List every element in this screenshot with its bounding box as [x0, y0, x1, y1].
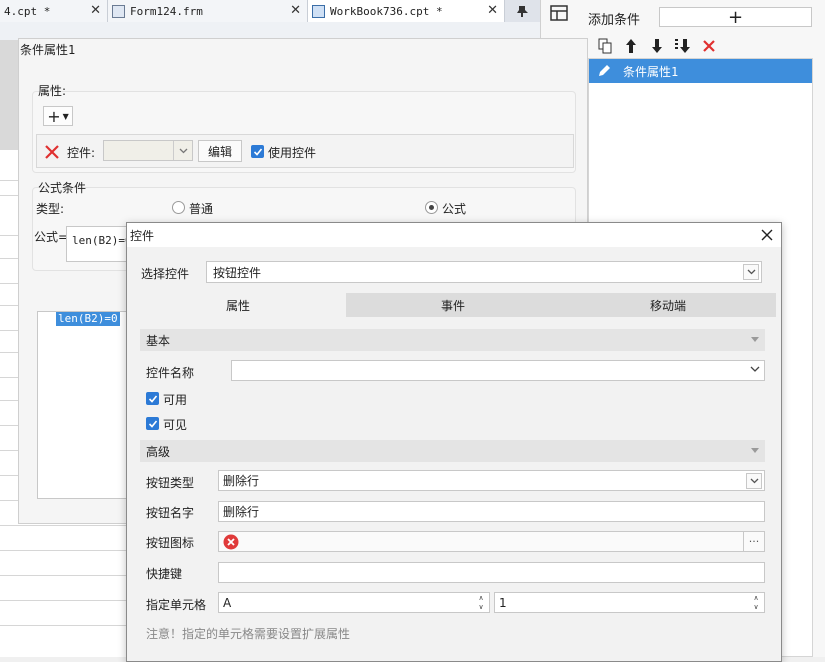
condition-toolbar [588, 33, 813, 58]
check-icon [253, 147, 262, 156]
dialog-title: 控件 [130, 229, 155, 243]
button-name-field[interactable]: 删除行 [218, 501, 765, 522]
row-header-strip [0, 40, 20, 150]
type-normal-label: 普通 [189, 202, 214, 216]
close-icon[interactable]: ✕ [487, 3, 498, 18]
control-label: 控件: [67, 146, 96, 160]
type-normal-radio[interactable] [172, 201, 185, 214]
edit-pencil-icon [599, 65, 610, 76]
shortcut-field[interactable] [218, 562, 765, 583]
add-attribute-dropdown[interactable]: + ▼ [43, 106, 73, 126]
target-cell-label: 指定单元格 [146, 598, 207, 612]
visible-label: 可见 [163, 418, 188, 432]
move-bottom-icon[interactable] [672, 35, 694, 57]
enabled-checkbox[interactable] [146, 392, 159, 405]
control-name-label: 控件名称 [146, 366, 195, 380]
plus-icon: + [47, 106, 61, 126]
tab-mobile[interactable]: 移动端 [560, 293, 776, 317]
type-label: 类型: [36, 202, 65, 216]
advanced-section-label: 高级 [146, 444, 171, 459]
formula-editor-text: len(B2)=0 [56, 312, 120, 326]
red-x-icon [223, 534, 239, 549]
collapse-caret-icon [751, 337, 759, 342]
form-file-icon [112, 4, 125, 18]
target-cell-column-value: A [223, 595, 232, 610]
dialog-title: 条件属性1 [20, 42, 76, 57]
tab-workbook736[interactable]: WorkBook736.cpt * ✕ [308, 0, 505, 22]
type-formula-label: 公式 [442, 202, 467, 216]
target-cell-row-value: 1 [499, 595, 507, 610]
chevron-down-icon: ▼ [62, 111, 69, 121]
button-icon-field[interactable]: ··· [218, 531, 765, 552]
button-name-label: 按钮名字 [146, 506, 195, 520]
basic-section-label: 基本 [146, 333, 171, 348]
panel-toggle-icon[interactable] [550, 4, 568, 22]
advanced-section-header[interactable]: 高级 [140, 440, 765, 462]
condition-list-item[interactable]: 条件属性1 [589, 59, 812, 83]
tab-label: Form124.frm [130, 4, 203, 18]
tab-label: 4.cpt * [4, 4, 51, 18]
check-icon [148, 419, 157, 428]
use-control-label: 使用控件 [268, 146, 317, 160]
note-text: 注意！指定的单元格需要设置扩展属性 [146, 627, 351, 641]
button-name-value: 删除行 [223, 505, 260, 519]
button-type-value: 删除行 [223, 474, 260, 488]
shortcut-label: 快捷键 [146, 567, 183, 581]
tab-label: WorkBook736.cpt * [330, 4, 443, 18]
visible-checkbox[interactable] [146, 417, 159, 430]
basic-section-header[interactable]: 基本 [140, 329, 765, 351]
chevron-down-icon [173, 141, 192, 160]
formula-condition-label: 公式条件 [38, 181, 87, 195]
close-icon[interactable] [758, 226, 776, 244]
button-type-label: 按钮类型 [146, 476, 195, 490]
select-control-value: 按钮控件 [213, 265, 262, 280]
chevron-down-icon [743, 264, 759, 280]
tab-file-1[interactable]: 4.cpt * ✕ [0, 0, 108, 22]
pin-icon [516, 6, 528, 17]
browse-icon-button[interactable]: ··· [743, 532, 764, 551]
edit-button[interactable]: 编辑 [198, 140, 242, 162]
spinner-icon[interactable]: ∧ ∨ [475, 594, 487, 611]
chevron-down-icon [750, 366, 760, 373]
close-icon[interactable]: ✕ [90, 3, 101, 18]
delete-attribute-icon[interactable] [43, 143, 61, 161]
workbook-file-icon [312, 4, 325, 18]
move-up-icon[interactable] [620, 35, 642, 57]
select-control-label: 选择控件 [141, 267, 190, 281]
formula-label: 公式= [34, 230, 69, 244]
close-icon[interactable]: ✕ [290, 3, 301, 18]
add-condition-label: 添加条件 [588, 13, 641, 28]
control-name-field[interactable] [231, 360, 765, 381]
formula-editor[interactable] [37, 311, 129, 499]
spinner-icon[interactable]: ∧ ∨ [750, 594, 762, 611]
dialog-tabs: 属性 事件 移动端 [130, 293, 776, 317]
target-cell-row-stepper[interactable]: 1 ∧ ∨ [494, 592, 765, 613]
enabled-label: 可用 [163, 393, 188, 407]
tab-attributes[interactable]: 属性 [130, 293, 346, 317]
chevron-down-icon [746, 473, 762, 489]
tab-events[interactable]: 事件 [346, 293, 560, 317]
copy-icon[interactable] [594, 35, 616, 57]
button-icon-label: 按钮图标 [146, 536, 195, 550]
control-select[interactable] [103, 140, 193, 161]
condition-item-label: 条件属性1 [623, 64, 679, 79]
formula-input[interactable]: len(B2)=0 [66, 226, 130, 262]
tab-form124[interactable]: Form124.frm ✕ [108, 0, 308, 22]
target-cell-column-stepper[interactable]: A ∧ ∨ [218, 592, 490, 613]
attribute-section-label: 属性: [38, 84, 67, 98]
select-control-dropdown[interactable]: 按钮控件 [206, 261, 762, 283]
button-type-dropdown[interactable]: 删除行 [218, 470, 765, 491]
use-control-checkbox[interactable] [251, 145, 264, 158]
tab-menu-button[interactable] [505, 0, 540, 22]
check-icon [148, 394, 157, 403]
move-down-icon[interactable] [646, 35, 668, 57]
delete-icon[interactable] [698, 35, 720, 57]
add-condition-button[interactable]: + [659, 7, 812, 28]
type-formula-radio[interactable] [425, 201, 438, 214]
collapse-caret-icon [751, 448, 759, 453]
